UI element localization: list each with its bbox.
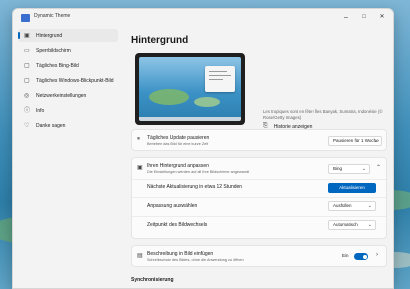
- image-caption: Les tropiques sont en fête! Îles Banyak,…: [263, 109, 383, 120]
- preview-taskbar: [139, 117, 241, 121]
- sidebar-item-bing-bild[interactable]: ▢ Tägliches Bing-Bild: [18, 59, 118, 72]
- customize-subtitle: Die Einstellungen werden auf all Ihre Bi…: [147, 170, 250, 174]
- sidebar-item-netzwerk[interactable]: ◎ Netzwerkeinstellungen: [18, 89, 118, 102]
- info-icon: ⓘ: [24, 107, 31, 114]
- maximize-button[interactable]: □: [357, 12, 371, 23]
- monitor-icon: ▭: [24, 47, 30, 54]
- preview-screen: [139, 57, 241, 121]
- source-value: Bing: [333, 166, 343, 171]
- minimize-button[interactable]: –: [339, 12, 353, 23]
- sidebar-item-danke[interactable]: ♡ Danke sagen: [18, 119, 118, 132]
- collapse-chevron-icon[interactable]: ⌃: [376, 164, 381, 171]
- daily-update-subtitle: Beheben das Bild für eine kurze Zeit: [147, 142, 209, 146]
- timing-label: Zeitpunkt des Bildwechsels: [147, 222, 208, 228]
- sidebar: ▣ Hintergrund ▭ Sperrbildschirm ▢ Täglic…: [13, 29, 121, 134]
- sidebar-item-label: Danke sagen: [36, 122, 66, 129]
- window-title: Dynamic Theme: [34, 13, 71, 19]
- toggle-state-label: Ein: [342, 253, 349, 258]
- timing-value: Automatisch: [333, 222, 358, 227]
- image-icon: ▢: [24, 77, 30, 84]
- wallpaper-preview: [135, 53, 245, 125]
- fit-label: Anpassung auswählen: [147, 203, 198, 209]
- source-dropdown[interactable]: Bing ⌄: [328, 164, 370, 174]
- pause-icon: ⏸: [137, 136, 141, 142]
- page-title: Hintergrund: [131, 35, 189, 46]
- chevron-right-icon[interactable]: ›: [376, 252, 378, 258]
- preview-island: [149, 89, 189, 105]
- daily-update-title: Tägliches Update pausieren: [147, 135, 210, 141]
- chevron-down-icon: ⌄: [361, 166, 366, 172]
- next-update-label: Nächste Aktualisierung in etwa 12 Stunde…: [147, 184, 243, 190]
- description-toggle[interactable]: [354, 253, 368, 260]
- description-card: ▤ Beschreibung in Bild einfügen Schreibs…: [131, 245, 387, 267]
- customize-title: Ihren Hintergrund anpassen: [147, 163, 209, 169]
- app-icon: [21, 14, 30, 22]
- sidebar-item-label: Sperrbildschirm: [36, 47, 71, 54]
- image-icon: ▣: [137, 165, 143, 171]
- sidebar-item-label: Tägliches Windows-Blickpunkt-Bild: [36, 77, 114, 84]
- image-icon: ▢: [24, 62, 30, 69]
- chevron-down-icon: ⌄: [367, 203, 372, 209]
- sidebar-item-info[interactable]: ⓘ Info: [18, 104, 118, 117]
- customize-card: ▣ Ihren Hintergrund anpassen Die Einstel…: [131, 157, 387, 239]
- preview-island: [194, 97, 220, 107]
- preview-window: [205, 66, 235, 92]
- daily-update-card: ⏸ Tägliches Update pausieren Beheben das…: [131, 129, 387, 151]
- app-window: Dynamic Theme – □ ✕ ▣ Hintergrund ▭ Sper…: [12, 8, 394, 289]
- sidebar-item-sperrbildschirm[interactable]: ▭ Sperrbildschirm: [18, 44, 118, 57]
- divider: [132, 216, 386, 217]
- fit-dropdown[interactable]: Ausfüllen ⌄: [328, 201, 376, 211]
- description-subtitle: Schreibschutz des Bildes, ohne die Anwen…: [147, 258, 244, 262]
- divider: [132, 197, 386, 198]
- sidebar-item-hintergrund[interactable]: ▣ Hintergrund: [18, 29, 118, 42]
- pause-duration-value: Pausieren für 1 Woche: [333, 138, 379, 143]
- close-button[interactable]: ✕: [375, 12, 389, 23]
- sidebar-item-label: Tägliches Bing-Bild: [36, 62, 79, 69]
- globe-icon: ◎: [24, 92, 30, 99]
- chevron-down-icon: ⌄: [367, 222, 372, 228]
- sidebar-item-blickpunkt-bild[interactable]: ▢ Tägliches Windows-Blickpunkt-Bild: [18, 74, 118, 87]
- sidebar-item-label: Info: [36, 107, 45, 114]
- timing-dropdown[interactable]: Automatisch ⌄: [328, 220, 376, 230]
- fit-value: Ausfüllen: [333, 203, 352, 208]
- picture-icon: ▣: [24, 32, 30, 39]
- divider: [132, 179, 386, 180]
- sidebar-item-label: Netzwerkeinstellungen: [36, 92, 87, 99]
- sidebar-item-label: Hintergrund: [36, 32, 63, 39]
- heart-icon: ♡: [24, 122, 30, 129]
- refresh-button[interactable]: Aktualisieren: [328, 183, 376, 193]
- description-title: Beschreibung in Bild einfügen: [147, 251, 214, 257]
- section-sync-title: Synchronisierung: [131, 277, 174, 283]
- title-bar[interactable]: Dynamic Theme – □ ✕: [13, 9, 393, 27]
- main-content: Hintergrund Les tropiques sont en fête! …: [131, 27, 389, 288]
- chevron-down-icon: ⌄: [373, 138, 378, 144]
- text-icon: ▤: [137, 253, 143, 259]
- pause-duration-dropdown[interactable]: Pausieren für 1 Woche ⌄: [328, 136, 382, 146]
